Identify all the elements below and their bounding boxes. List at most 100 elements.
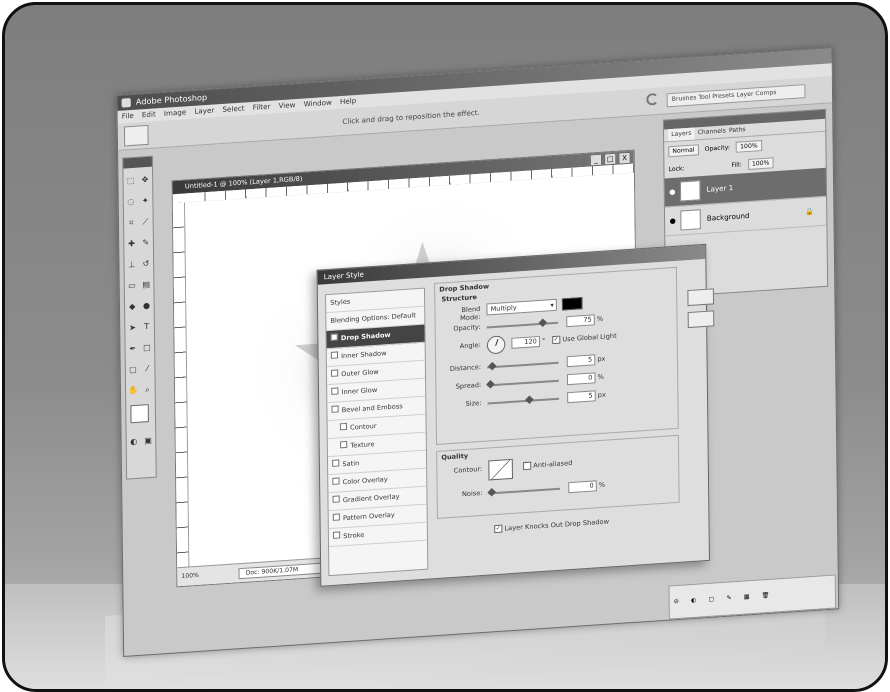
layer-opacity-field[interactable]: 100% [735, 139, 762, 153]
visibility-eye-icon[interactable]: ● [668, 217, 677, 226]
move-tool-icon[interactable]: ✥ [140, 175, 150, 186]
menu-filter[interactable]: Filter [253, 101, 271, 115]
style-checkbox[interactable] [330, 351, 339, 359]
blur-tool-icon[interactable]: ◆ [127, 302, 137, 313]
slider-knob[interactable] [487, 361, 497, 371]
tool-preset-picker[interactable] [123, 124, 149, 147]
brush-tool-icon[interactable]: ✎ [141, 238, 151, 249]
visibility-eye-icon[interactable]: ● [668, 188, 677, 197]
slice-tool-icon[interactable]: ⟋ [140, 217, 150, 228]
spread-label: Spread: [455, 380, 482, 391]
crop-tool-icon[interactable]: ⌗ [126, 218, 136, 229]
opacity-field[interactable]: 75 [566, 314, 595, 328]
style-checkbox[interactable] [331, 405, 339, 413]
zoom-level[interactable]: 100% [181, 572, 199, 580]
slider-knob[interactable] [525, 395, 534, 404]
distance-slider[interactable] [487, 361, 559, 371]
distance-label: Distance: [449, 362, 482, 373]
contour-label: Contour: [453, 464, 483, 475]
layer-actions-icons[interactable]: ⊘ ◐ ▢ ✎ ▦ 🗑 [674, 592, 775, 606]
drop-shadow-group: Drop Shadow Structure Blend Mode: Multip… [434, 266, 679, 445]
global-light-checkbox[interactable]: ✓ [552, 335, 561, 345]
photoshop-scene: Adobe Photoshop File Edit Image Layer Se… [5, 5, 885, 689]
type-tool-icon[interactable]: T [142, 322, 152, 333]
menu-help[interactable]: Help [340, 95, 356, 109]
opacity-label: Opacity: [453, 322, 481, 333]
style-checkbox[interactable] [331, 369, 339, 377]
slider-knob[interactable] [538, 318, 548, 327]
slider-knob[interactable] [487, 488, 497, 497]
spread-field[interactable]: 0 [566, 372, 596, 386]
noise-slider[interactable] [487, 487, 561, 497]
noise-label: Noise: [461, 488, 483, 499]
zoom-tool-icon[interactable]: ⌕ [142, 385, 152, 396]
style-checkbox[interactable] [339, 422, 348, 431]
slider-knob[interactable] [486, 380, 495, 389]
style-checkbox[interactable] [332, 477, 340, 485]
drop-shadow-panel: Drop Shadow Structure Blend Mode: Multip… [434, 266, 680, 573]
style-checkbox[interactable] [332, 495, 340, 503]
ok-button[interactable] [687, 288, 715, 307]
layer-blend-mode-select[interactable]: Normal [668, 143, 699, 157]
gradient-tool-icon[interactable]: ▤ [141, 280, 151, 291]
menu-file[interactable]: File [122, 110, 134, 124]
menu-view[interactable]: View [278, 99, 296, 113]
minimize-button[interactable]: _ [589, 153, 603, 167]
menu-edit[interactable]: Edit [142, 108, 156, 122]
anti-aliased-checkbox[interactable] [523, 461, 532, 471]
screen-mode-icon[interactable]: ▣ [143, 436, 153, 447]
spread-slider[interactable] [486, 379, 559, 389]
lock-icon: 🔒 [805, 207, 815, 217]
maximize-button[interactable]: □ [604, 152, 617, 166]
shape-tool-icon[interactable]: □ [142, 343, 152, 354]
style-checkbox[interactable] [332, 459, 340, 467]
layer-fill-label: Fill: [731, 160, 742, 169]
cancel-button[interactable] [687, 310, 715, 329]
shadow-color-swatch[interactable] [561, 297, 583, 311]
noise-field[interactable]: 0 [568, 480, 597, 494]
tab-paths[interactable]: Paths [729, 124, 746, 137]
angle-dial[interactable] [486, 335, 506, 355]
tab-channels[interactable]: Channels [698, 125, 726, 139]
healing-tool-icon[interactable]: ✚ [126, 239, 136, 250]
style-checkbox[interactable] [330, 333, 338, 341]
go-to-bridge-icon[interactable] [646, 92, 659, 106]
angle-label: Angle: [459, 340, 481, 351]
history-brush-tool-icon[interactable]: ↺ [141, 259, 151, 270]
distance-field[interactable]: 5 [566, 354, 596, 368]
style-checkbox[interactable] [340, 440, 348, 449]
color-swatches[interactable] [130, 404, 149, 424]
size-field[interactable]: 5 [567, 390, 596, 404]
hand-tool-icon[interactable]: ✋ [128, 386, 138, 397]
close-button[interactable]: X [618, 151, 631, 165]
marquee-tool-icon[interactable]: ⬚ [126, 176, 136, 187]
app-icon [121, 98, 131, 108]
quick-mask-icon[interactable]: ◐ [129, 437, 139, 448]
notes-tool-icon[interactable]: ▢ [128, 365, 138, 376]
stamp-tool-icon[interactable]: ⊥ [127, 260, 137, 271]
tab-layers[interactable]: Layers [668, 127, 695, 142]
palette-well[interactable]: Brushes Tool Presets Layer Comps [666, 84, 806, 108]
style-label: Blending Options: Default [330, 311, 416, 325]
style-label: Contour [350, 421, 377, 432]
lasso-tool-icon[interactable]: ◌ [126, 197, 136, 208]
style-checkbox[interactable] [332, 513, 340, 521]
layer-fill-field[interactable]: 100% [747, 156, 774, 170]
magic-wand-tool-icon[interactable]: ✦ [140, 196, 150, 207]
noise-unit: % [598, 480, 606, 490]
style-label: Inner Glow [341, 385, 378, 397]
style-checkbox[interactable] [331, 387, 339, 395]
eyedropper-tool-icon[interactable]: ⁄ [142, 364, 152, 375]
pen-tool-icon[interactable]: ✒ [128, 344, 138, 355]
knockout-checkbox[interactable]: ✓ [494, 524, 503, 534]
angle-field[interactable]: 120 [511, 335, 541, 349]
style-label: Drop Shadow [340, 330, 391, 343]
style-checkbox[interactable] [332, 531, 341, 539]
path-select-tool-icon[interactable]: ➤ [127, 323, 137, 334]
dodge-tool-icon[interactable]: ● [141, 301, 151, 312]
size-slider[interactable] [487, 395, 560, 405]
blend-mode-select[interactable]: Multiply [486, 298, 557, 316]
opacity-slider[interactable] [486, 318, 559, 329]
contour-picker[interactable] [488, 458, 514, 481]
eraser-tool-icon[interactable]: ▭ [127, 281, 137, 292]
